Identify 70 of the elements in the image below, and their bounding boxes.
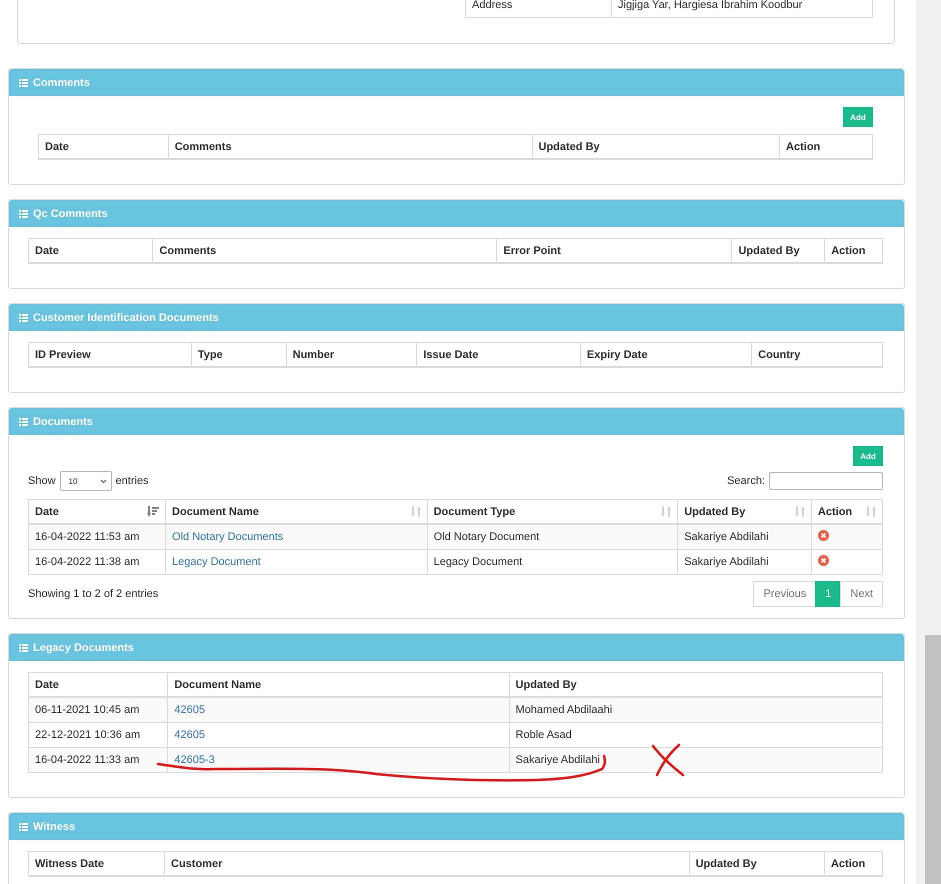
pagination-button[interactable]: 1 xyxy=(815,581,842,607)
column-header: Comments xyxy=(168,134,532,159)
document-link[interactable]: Legacy Document xyxy=(172,556,261,568)
table-cell: Jigjiga Yar, Hargiesa Ibrahim Koodbur xyxy=(612,0,872,18)
column-header: Witness Date xyxy=(28,852,165,876)
panel-title: Customer Identification Documents xyxy=(33,312,219,324)
document-link[interactable]: Old Notary Documents xyxy=(172,531,284,543)
list-icon xyxy=(19,78,28,86)
page-length-select[interactable]: 10 xyxy=(60,471,112,491)
list-icon xyxy=(19,418,28,426)
sort-descending-icon[interactable] xyxy=(147,506,160,517)
table-cell: 06-11-2021 10:45 am xyxy=(28,697,168,722)
delete-icon[interactable] xyxy=(818,555,829,566)
table-cell: Sakariye Abdilahi xyxy=(678,524,812,550)
add-button[interactable]: Add xyxy=(853,446,883,466)
table-cell: Address xyxy=(466,0,612,18)
add-button[interactable]: Add xyxy=(843,107,873,127)
column-header: Error Point xyxy=(496,238,732,263)
column-header: Updated By xyxy=(532,134,780,159)
column-header: Date xyxy=(38,134,168,159)
pagination-button[interactable]: Previous xyxy=(753,581,816,607)
column-header: Action xyxy=(780,134,872,159)
table-cell: Sakariye Abdilahi xyxy=(678,550,812,574)
document-link[interactable]: 42605 xyxy=(174,729,205,741)
pagination-button[interactable]: Next xyxy=(840,581,883,607)
list-icon xyxy=(19,210,28,218)
column-header: Action xyxy=(824,238,882,263)
panel-title: Witness xyxy=(33,820,76,832)
column-header: Action xyxy=(824,852,882,876)
list-icon xyxy=(19,314,28,322)
scrollbar[interactable] xyxy=(916,0,941,884)
search-label: Search: xyxy=(727,475,765,487)
panel-title: Documents xyxy=(33,416,93,428)
scrollbar-thumb[interactable] xyxy=(925,635,941,884)
show-label: Show xyxy=(28,475,56,487)
table-cell: Mohamed Abdilaahi xyxy=(509,697,882,722)
column-header: Updated By xyxy=(732,238,825,263)
table-cell: Legacy Document xyxy=(427,550,678,574)
column-header: Type xyxy=(191,342,286,367)
table-cell: 16-04-2022 11:38 am xyxy=(28,550,166,574)
table-cell: 16-04-2022 11:53 am xyxy=(28,524,166,550)
panel-title: Qc Comments xyxy=(33,208,108,220)
column-header: Expiry Date xyxy=(580,342,752,367)
search-field[interactable] xyxy=(769,472,883,490)
document-link[interactable]: 42605 xyxy=(174,704,205,716)
column-header: Comments xyxy=(152,238,497,263)
list-icon xyxy=(19,644,28,652)
column-header: ID Preview xyxy=(28,342,192,367)
table-info: Showing 1 to 2 of 2 entries xyxy=(28,588,158,600)
panel-title: Comments xyxy=(33,76,90,88)
panel-title: Legacy Documents xyxy=(33,642,134,654)
column-header: Date xyxy=(28,238,153,263)
column-header: Number xyxy=(286,342,417,367)
sort-icon[interactable] xyxy=(794,506,805,517)
table-cell: Old Notary Document xyxy=(427,524,678,550)
sort-icon[interactable] xyxy=(866,506,876,517)
list-icon xyxy=(19,822,28,830)
sort-icon[interactable] xyxy=(661,506,672,517)
sort-icon[interactable] xyxy=(410,506,421,517)
column-header: Country xyxy=(752,342,882,367)
entries-label: entries xyxy=(116,475,149,487)
column-header: Issue Date xyxy=(416,342,580,367)
document-link[interactable]: 42605-3 xyxy=(174,754,215,766)
column-header: Updated By xyxy=(689,852,824,876)
column-header: Customer xyxy=(164,852,690,876)
table-cell: 16-04-2022 11:33 am xyxy=(28,748,168,772)
cross-mark xyxy=(649,742,687,778)
delete-icon[interactable] xyxy=(818,530,829,541)
table-cell: Sakariye Abdilahi xyxy=(509,748,882,772)
chevron-down-icon xyxy=(100,478,107,484)
